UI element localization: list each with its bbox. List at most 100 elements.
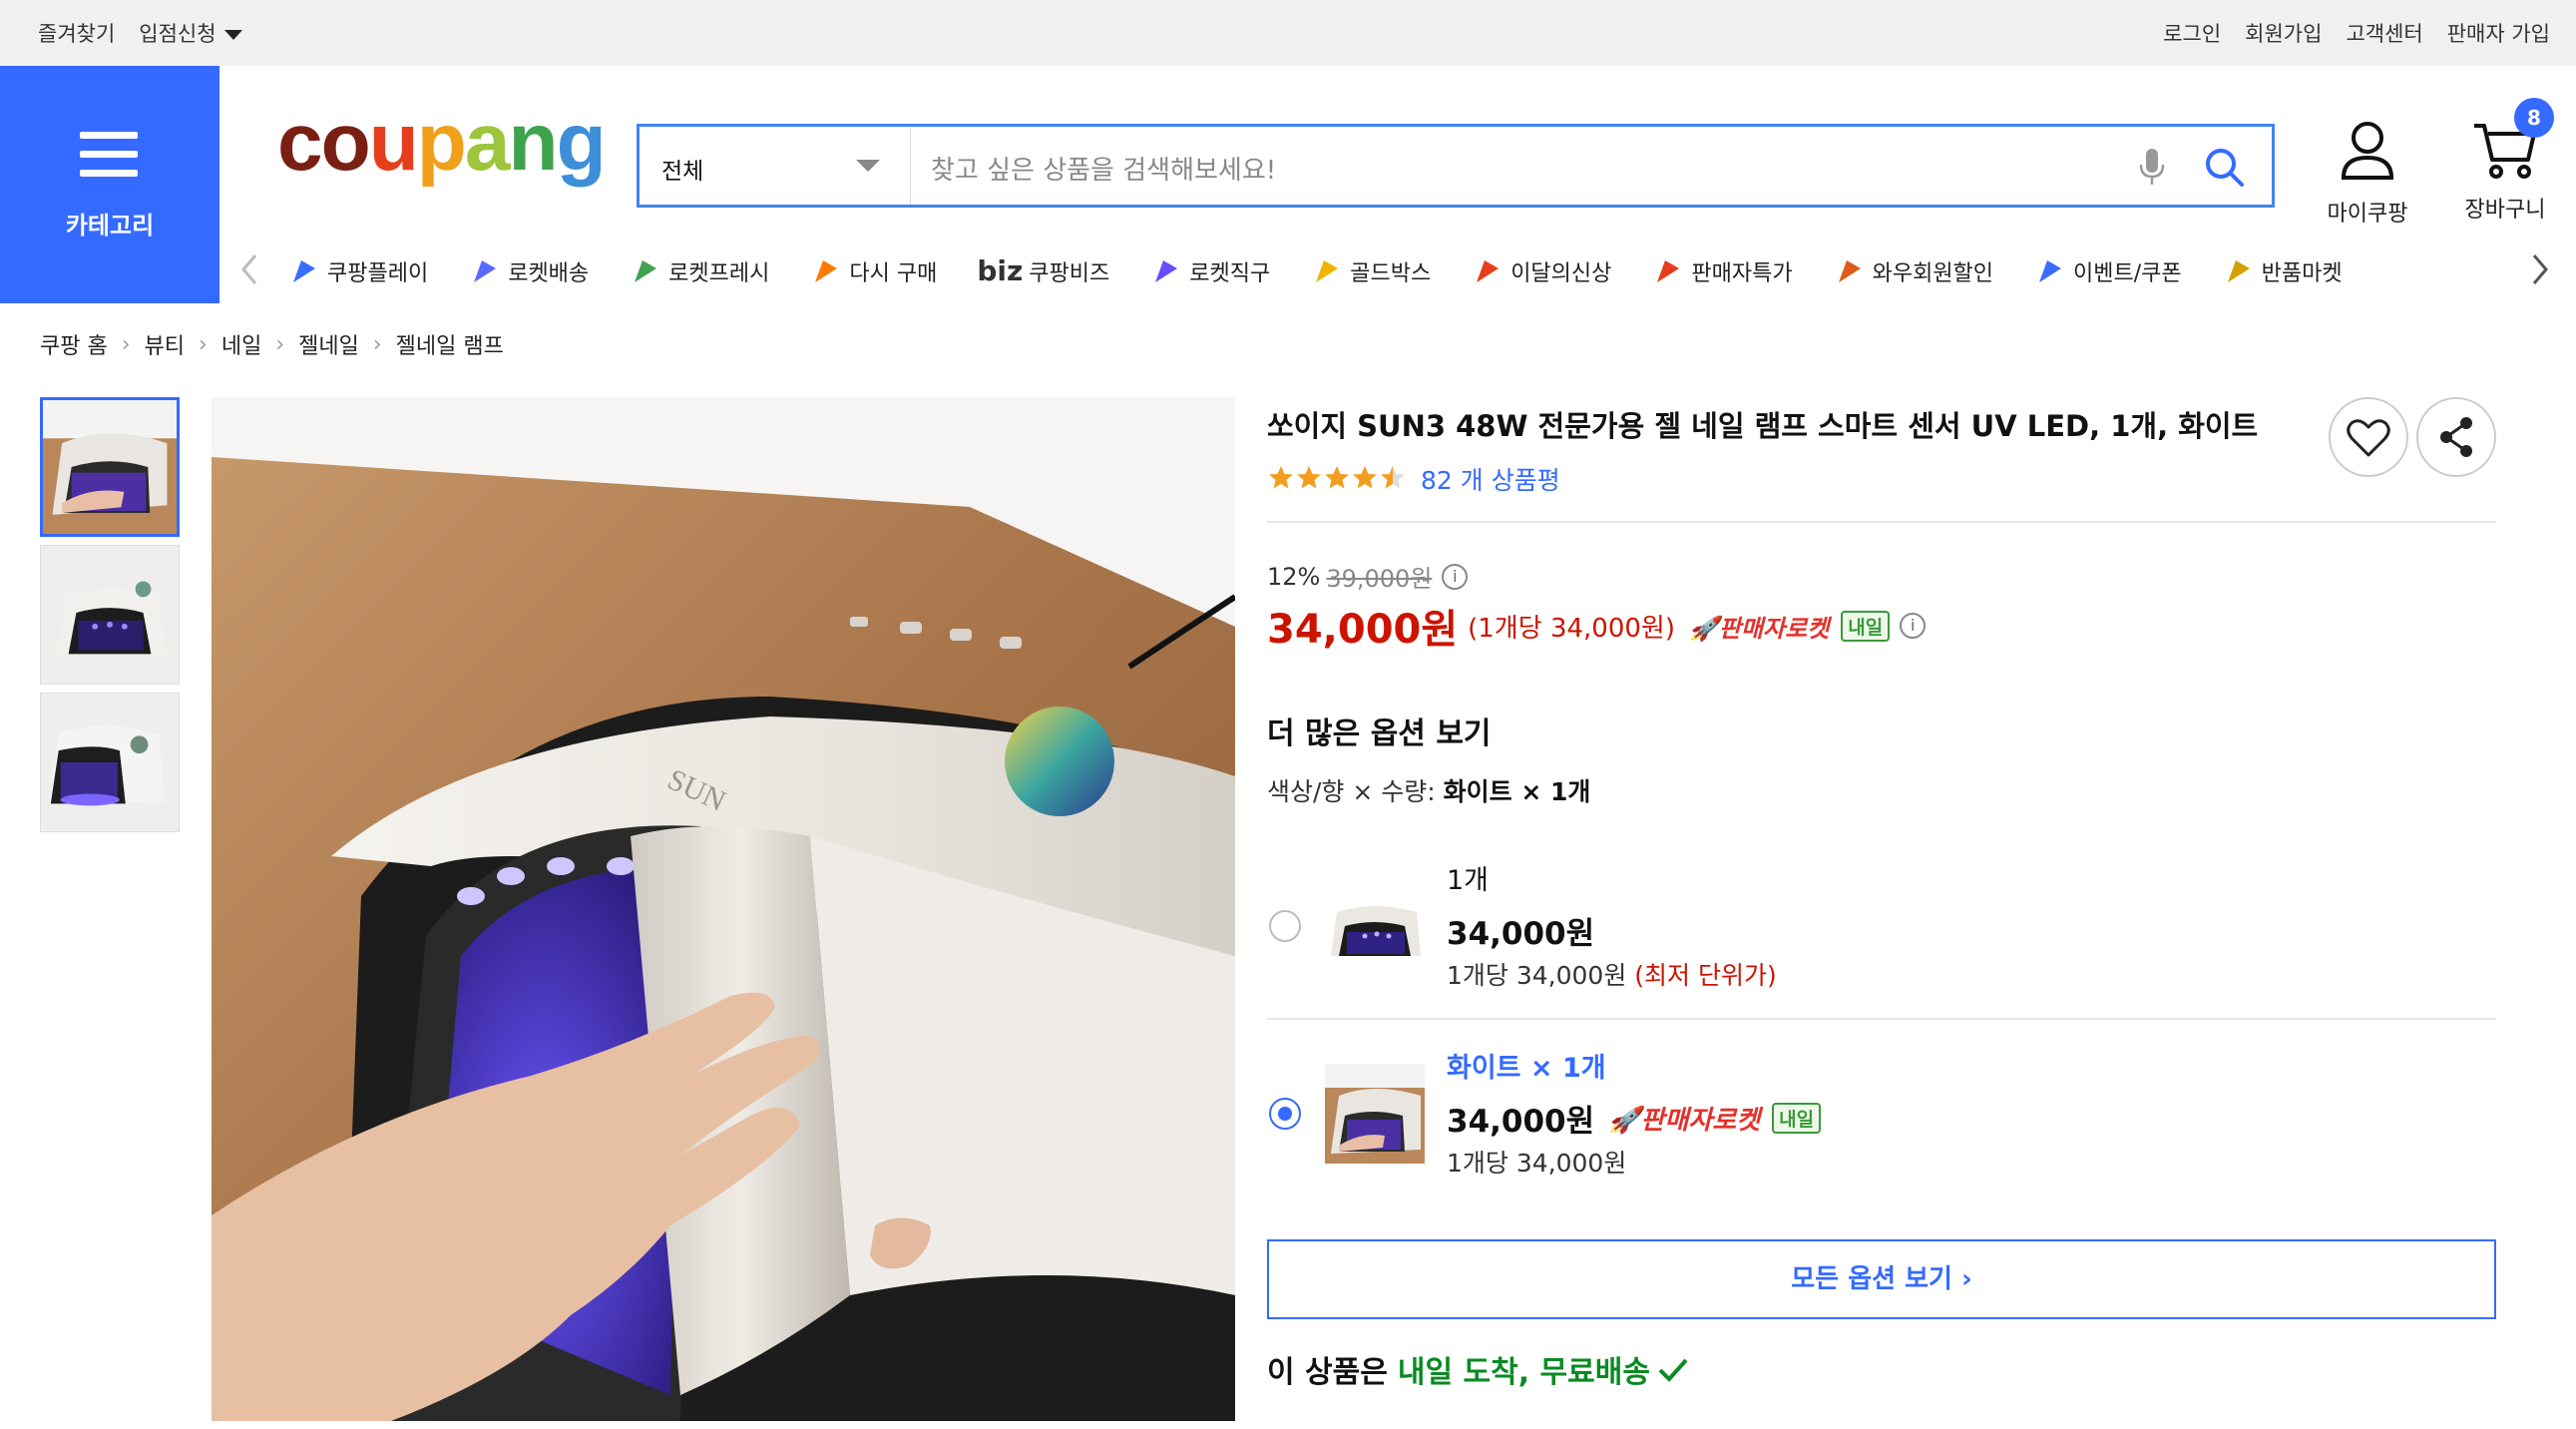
review-count-link[interactable]: 82 개 상품평 (1421, 461, 1560, 497)
subnav-item[interactable]: biz 쿠팡비즈 (977, 254, 1109, 288)
discount-row: 12% 39,000원 i (1267, 559, 1469, 594)
category-menu-button[interactable]: 카테고리 (0, 66, 219, 303)
chevron-right-icon: › (121, 331, 131, 357)
seller-rocket-label: 판매자로켓 (1718, 614, 1830, 643)
bookmark-link[interactable]: 즐겨찾기 (38, 18, 115, 48)
share-icon (2440, 417, 2472, 457)
price-row: 34,000원 (1개당 34,000원) 🚀판매자로켓 내일 i (1267, 597, 1927, 655)
subnav-item[interactable]: 반품마켓 (2222, 254, 2343, 288)
breadcrumb-item-nail[interactable]: 네일 (221, 328, 261, 360)
subnav-item-label: 이벤트/쿠폰 (2073, 261, 2182, 286)
search-category-select[interactable]: 전체 (640, 127, 911, 205)
share-button[interactable] (2416, 397, 2496, 477)
chevron-right-icon: › (199, 331, 208, 357)
product-thumbnail[interactable] (40, 545, 180, 685)
rating-row[interactable]: 82 개 상품평 (1267, 461, 1560, 497)
option-unit-price: 1개당 34,000원 (최저 단위가) (1447, 956, 1777, 992)
login-link[interactable]: 로그인 (2163, 18, 2221, 48)
option-radio[interactable] (1269, 910, 1301, 942)
option-name: 화이트 × 1개 (1447, 1053, 1606, 1084)
delivery-tag: 내일 (1772, 1103, 1822, 1134)
rebuy-icon (809, 254, 843, 288)
subnav-item[interactable]: 쿠팡플레이 (287, 254, 428, 288)
option-price: 34,000원 (1447, 1104, 1595, 1140)
chevron-left-icon[interactable] (235, 249, 265, 289)
option-radio-selected[interactable] (1269, 1098, 1301, 1130)
heart-icon (2347, 419, 2390, 457)
nail-lamp-image (1325, 876, 1425, 976)
subnav-item[interactable]: 다시 구매 (809, 254, 937, 288)
product-thumbnail[interactable] (40, 693, 180, 832)
cart-count-badge: 8 (2514, 98, 2554, 138)
chevron-right-icon[interactable] (2524, 249, 2554, 289)
breadcrumb-item-gelnail[interactable]: 젤네일 (298, 328, 359, 360)
info-icon[interactable]: i (1442, 563, 1469, 590)
divider (1267, 1018, 2496, 1020)
seller-rocket-badge: 🚀판매자로켓 (1689, 614, 1830, 643)
seller-rocket-label: 판매자로켓 (1640, 1106, 1761, 1136)
nail-lamp-image (41, 694, 179, 831)
search-bar: 전체 찾고 싶은 상품을 검색해보세요! (637, 124, 2275, 208)
nail-lamp-image (43, 400, 177, 534)
product-thumbnail[interactable] (40, 397, 180, 537)
all-options-button[interactable]: 모든 옵션 보기 › (1267, 1239, 2496, 1319)
seller-apply-menu[interactable]: 입점신청 (139, 18, 242, 48)
shipping-highlight: 내일 도착, 무료배송 (1397, 1355, 1650, 1390)
subnav-item[interactable]: 로켓프레시 (629, 254, 769, 288)
coupon-icon (2033, 254, 2067, 288)
mycoupang-button[interactable]: 마이쿠팡 (2313, 118, 2422, 228)
option-thumbnail[interactable] (1325, 876, 1425, 976)
subnav-item-label: 로켓배송 (508, 261, 590, 286)
subnav-item[interactable]: 로켓직구 (1149, 254, 1270, 288)
subnav-item[interactable]: 골드박스 (1310, 254, 1431, 288)
seller-signup-link[interactable]: 판매자 가입 (2447, 18, 2550, 48)
signup-link[interactable]: 회원가입 (2245, 18, 2322, 48)
chevron-right-icon: › (1960, 1264, 1972, 1294)
option-thumbnail[interactable] (1325, 1064, 1425, 1164)
search-category-value: 전체 (661, 159, 704, 185)
breadcrumb-item-home[interactable]: 쿠팡 홈 (40, 328, 108, 360)
nail-lamp-photo: SUN (212, 397, 1235, 1421)
cart-label: 장바구니 (2464, 198, 2546, 223)
breadcrumb-item-gelnail-lamp[interactable]: 젤네일 램프 (396, 328, 504, 360)
breadcrumb: 쿠팡 홈 › 뷰티 › 네일 › 젤네일 › 젤네일 램프 (40, 328, 504, 360)
goldbox-icon (1310, 254, 1344, 288)
option-selector-value: 화이트 × 1개 (1443, 777, 1591, 806)
info-icon[interactable]: i (1900, 613, 1927, 639)
nail-lamp-image (1325, 1064, 1425, 1164)
subnav-item[interactable]: 와우회원할인 (1833, 254, 1993, 288)
subnav-item-label: 로켓프레시 (668, 261, 770, 286)
all-options-label: 모든 옵션 보기 (1791, 1264, 1952, 1294)
return-market-icon (2222, 254, 2256, 288)
breadcrumb-item-beauty[interactable]: 뷰티 (145, 328, 185, 360)
search-input[interactable]: 찾고 싶은 상품을 검색해보세요! (931, 150, 1276, 187)
option-price-row: 34,000원 🚀판매자로켓 내일 (1447, 1096, 1822, 1141)
subnav-item-label: 쿠팡플레이 (327, 261, 429, 286)
option-name: 1개 (1447, 865, 1490, 896)
wow-icon (1833, 254, 1867, 288)
search-icon[interactable] (2202, 145, 2246, 189)
new-bag-icon (1471, 254, 1504, 288)
hamburger-icon (80, 132, 138, 178)
coupang-logo[interactable]: coupang (277, 102, 607, 184)
discount-rate: 12% (1267, 562, 1321, 591)
rocket-icon (468, 254, 502, 288)
microphone-icon[interactable] (2132, 145, 2172, 189)
sale-price: 34,000원 (1267, 607, 1459, 653)
subnav-item[interactable]: 판매자특가 (1651, 254, 1793, 288)
divider (1267, 521, 2496, 523)
subnav-item[interactable]: 이달의신상 (1471, 254, 1611, 288)
lowest-unit-note: (최저 단위가) (1634, 961, 1777, 990)
caret-down-icon (223, 30, 242, 40)
product-main-image[interactable]: SUN (212, 397, 1235, 1421)
option-selector-key: 색상/향 × 수량: (1267, 777, 1444, 806)
customer-center-link[interactable]: 고객센터 (2346, 18, 2422, 48)
subnav-item[interactable]: 로켓배송 (468, 254, 589, 288)
percent-icon (1651, 254, 1685, 288)
wishlist-button[interactable] (2329, 397, 2408, 477)
biz-icon: biz (977, 254, 1024, 287)
subnav-item-label: 골드박스 (1350, 261, 1432, 286)
subnav-item[interactable]: 이벤트/쿠폰 (2033, 254, 2182, 288)
play-icon (287, 254, 321, 288)
star-rating-icon (1269, 466, 1405, 489)
